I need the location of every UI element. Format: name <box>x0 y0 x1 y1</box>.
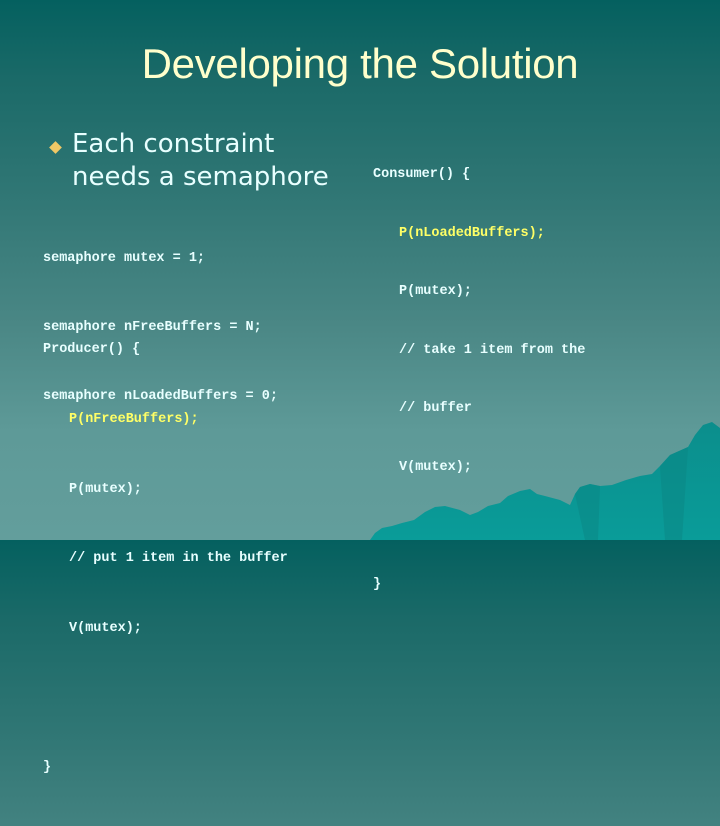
bullet-text: Each constraint needs a semaphore <box>72 128 372 194</box>
consumer-blank-line: ​ <box>373 516 585 536</box>
declaration-mutex: semaphore mutex = 1; <box>43 251 206 266</box>
slide-title: Developing the Solution <box>141 40 579 87</box>
consumer-footer: } <box>373 576 382 592</box>
producer-header: Producer() { <box>43 342 141 358</box>
producer-blank-line: ​ <box>43 686 288 709</box>
consumer-line: P(mutex); <box>399 284 472 299</box>
bullet-text-line-1: Each constraint <box>72 129 275 159</box>
producer-line: // put 1 item in the buffer <box>69 551 288 567</box>
producer-line: V(mutex); <box>69 620 142 636</box>
consumer-line-highlight: P(nLoadedBuffers); <box>399 225 545 241</box>
consumer-header: Consumer() { <box>373 167 471 182</box>
slide: Developing the Solution Each constraint … <box>0 0 720 775</box>
producer-line: P(mutex); <box>69 481 142 497</box>
consumer-line: // take 1 item from the <box>399 342 586 358</box>
consumer-line: V(mutex); <box>399 459 472 475</box>
producer-footer: } <box>43 760 52 776</box>
bullet-text-line-2: needs a semaphore <box>72 162 329 192</box>
consumer-code: Consumer() { P(nLoadedBuffers); P(mutex)… <box>373 126 585 633</box>
producer-line-highlight: P(nFreeBuffers); <box>69 412 199 428</box>
producer-code: Producer() { P(nFreeBuffers); P(mutex); … <box>43 292 288 826</box>
consumer-line: // buffer <box>399 401 472 416</box>
